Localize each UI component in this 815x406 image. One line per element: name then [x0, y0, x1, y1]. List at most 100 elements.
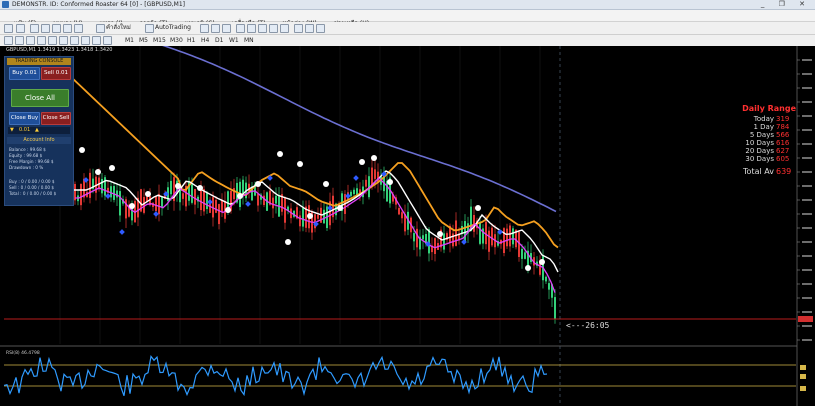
timeframe-m30[interactable]: M30 — [170, 35, 183, 46]
candle-body — [428, 229, 430, 254]
chart-window[interactable]: GBPUSD,M1 1.3419 1.3423 1.3418 1.3420 <-… — [0, 46, 815, 406]
candle-body — [158, 193, 160, 215]
signal-diamond-marker — [119, 229, 125, 235]
console-title: TRADING CONSOLE — [7, 58, 71, 65]
range-label-today: Today — [753, 115, 774, 123]
periods-icon[interactable] — [305, 24, 314, 33]
timeframe-mn[interactable]: MN — [244, 35, 254, 46]
lot-size-input[interactable]: 0.01 — [19, 127, 30, 134]
templates-icon[interactable] — [316, 24, 325, 33]
account-total-summary: Total : 0 / 0.00 / 0.00 $ — [9, 191, 57, 196]
oscillator-line — [3, 354, 548, 397]
data-window-icon[interactable] — [41, 24, 50, 33]
close-buy-button[interactable]: Close Buy — [9, 112, 40, 125]
autotrading-button[interactable]: AutoTrading — [155, 22, 191, 33]
candle-body — [206, 192, 208, 210]
indicators-icon[interactable] — [294, 24, 303, 33]
zoom-in-icon[interactable] — [236, 24, 245, 33]
price-scale — [797, 46, 815, 406]
swing-point-marker — [387, 179, 393, 185]
timeframe-h1[interactable]: H1 — [187, 35, 195, 46]
terminal-icon[interactable] — [63, 24, 72, 33]
range-label-1day: 1 Day — [753, 123, 774, 131]
timeframe-d1[interactable]: D1 — [215, 35, 223, 46]
candle-body — [194, 189, 196, 205]
candle-body — [479, 222, 481, 244]
signal-diamond-marker — [207, 199, 213, 205]
candle-body — [218, 204, 220, 225]
current-price-tag — [798, 316, 813, 322]
buy-button[interactable]: Buy 0.01 — [9, 67, 40, 80]
vertical-line-icon[interactable] — [26, 36, 35, 45]
oscillator-level-tag — [800, 386, 806, 391]
text-icon[interactable] — [81, 36, 90, 45]
strategy-tester-icon[interactable] — [74, 24, 83, 33]
trendline-icon[interactable] — [48, 36, 57, 45]
equidistant-channel-icon[interactable] — [59, 36, 68, 45]
horizontal-line-icon[interactable] — [37, 36, 46, 45]
zoom-out-icon[interactable] — [247, 24, 256, 33]
candle-countdown: <---26:05 — [566, 321, 610, 330]
timeframe-h4[interactable]: H4 — [201, 35, 209, 46]
fibonacci-icon[interactable] — [70, 36, 79, 45]
profiles-icon[interactable] — [16, 24, 25, 33]
arrows-icon[interactable] — [103, 36, 112, 45]
candle-body — [374, 169, 376, 179]
autoscroll-icon[interactable] — [269, 24, 278, 33]
candle-body — [284, 197, 286, 223]
candle-body — [422, 235, 424, 240]
candle-body — [548, 283, 550, 290]
candle-body — [365, 179, 367, 187]
swing-point-marker — [197, 185, 203, 191]
swing-point-marker — [475, 205, 481, 211]
price-scale-label — [802, 255, 812, 257]
lot-size-row — [8, 127, 70, 134]
candle-body — [272, 197, 274, 209]
candle-body — [221, 200, 223, 213]
crosshair-icon[interactable] — [15, 36, 24, 45]
cursor-icon[interactable] — [4, 36, 13, 45]
new-chart-icon[interactable] — [4, 24, 13, 33]
price-chart[interactable] — [0, 46, 815, 406]
close-sell-button[interactable]: Close Sell — [41, 112, 71, 125]
text-label-icon[interactable] — [92, 36, 101, 45]
range-label-5days: 5 Days — [749, 131, 774, 139]
timeframe-w1[interactable]: W1 — [229, 35, 239, 46]
timeframe-m1[interactable]: M1 — [125, 35, 134, 46]
window-controls[interactable]: _ ❐ ✕ — [761, 0, 811, 9]
candle-body — [323, 209, 325, 224]
slow-moving-average-line — [162, 46, 557, 213]
tile-windows-icon[interactable] — [258, 24, 267, 33]
price-scale-label — [802, 199, 812, 201]
price-scale-label — [802, 325, 812, 327]
expert-advisors-icon[interactable] — [145, 24, 154, 33]
sell-button[interactable]: Sell 0.01 — [41, 67, 71, 80]
new-order-icon[interactable] — [96, 24, 105, 33]
navigator-icon[interactable] — [52, 24, 61, 33]
range-value-10days: 616 — [776, 139, 790, 147]
timeframe-m5[interactable]: M5 — [139, 35, 148, 46]
lot-decrease-icon[interactable]: ▼ — [10, 127, 14, 134]
oscillator-level-tag — [800, 374, 806, 379]
oscillator-level-tag — [800, 365, 806, 370]
chart-shift-icon[interactable] — [280, 24, 289, 33]
price-scale-label — [802, 87, 812, 89]
candle-body — [200, 189, 202, 211]
new-order-button[interactable]: คำสั่งใหม่ — [106, 22, 131, 33]
timeframe-m15[interactable]: M15 — [153, 35, 166, 46]
market-watch-icon[interactable] — [30, 24, 39, 33]
window-title: DEMONSTR. ID: Conformed Roaster 64 [0] -… — [12, 1, 186, 8]
lot-increase-icon[interactable]: ▲ — [35, 127, 39, 134]
price-scale-label — [802, 143, 812, 145]
close-all-button[interactable]: Close All — [11, 89, 69, 107]
candle-body — [257, 193, 259, 206]
price-scale-label — [802, 213, 812, 215]
line-chart-icon[interactable] — [222, 24, 231, 33]
candle-body — [488, 230, 490, 252]
candlesticks-icon[interactable] — [211, 24, 220, 33]
title-bar: DEMONSTR. ID: Conformed Roaster 64 [0] -… — [0, 0, 815, 10]
swing-point-marker — [323, 181, 329, 187]
swing-point-marker — [297, 161, 303, 167]
candle-body — [101, 178, 103, 194]
bar-chart-icon[interactable] — [200, 24, 209, 33]
